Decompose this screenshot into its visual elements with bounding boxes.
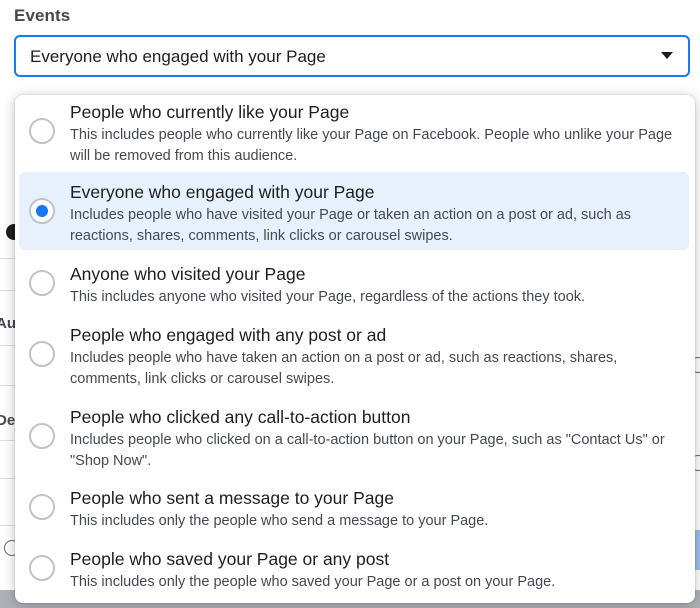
option-description: This includes anyone who visited your Pa… <box>70 289 586 305</box>
option-clicked-cta[interactable]: People who clicked any call-to-action bu… <box>19 398 689 474</box>
option-title: People who sent a message to your Page <box>70 488 394 508</box>
option-description: This includes people who currently like … <box>70 127 673 164</box>
option-title: People who currently like your Page <box>70 102 350 122</box>
caret-down-icon <box>661 52 673 59</box>
option-description: This includes only the people who saved … <box>70 574 556 590</box>
radio-icon[interactable] <box>29 341 55 367</box>
option-description: Includes people who have visited your Pa… <box>70 207 632 244</box>
option-everyone-engaged[interactable]: Everyone who engaged with your Page Incl… <box>19 172 689 250</box>
background-fragment-au: Au <box>0 315 16 332</box>
radio-icon[interactable] <box>29 555 55 581</box>
option-description: This includes only the people who send a… <box>70 513 489 529</box>
option-sent-message[interactable]: People who sent a message to your Page T… <box>19 481 689 537</box>
option-engaged-post-or-ad[interactable]: People who engaged with any post or ad I… <box>19 317 689 393</box>
events-dropdown-menu: People who currently like your Page This… <box>15 95 695 603</box>
option-currently-like[interactable]: People who currently like your Page This… <box>19 97 689 169</box>
background-fragment-de: De <box>0 412 16 429</box>
radio-icon[interactable] <box>29 423 55 449</box>
option-visited-page[interactable]: Anyone who visited your Page This includ… <box>19 255 689 311</box>
option-title: People who saved your Page or any post <box>70 549 390 569</box>
events-select[interactable]: Everyone who engaged with your Page <box>14 35 690 77</box>
radio-icon[interactable] <box>29 270 55 296</box>
events-label: Events <box>14 6 71 25</box>
option-saved-page-or-post[interactable]: People who saved your Page or any post T… <box>19 543 689 599</box>
radio-selected-icon[interactable] <box>29 198 55 224</box>
radio-icon[interactable] <box>29 494 55 520</box>
option-description: Includes people who clicked on a call-to… <box>70 432 665 469</box>
radio-icon[interactable] <box>29 118 55 144</box>
option-title: People who engaged with any post or ad <box>70 325 387 345</box>
option-title: Everyone who engaged with your Page <box>70 182 375 202</box>
option-description: Includes people who have taken an action… <box>70 350 618 387</box>
events-select-value: Everyone who engaged with your Page <box>30 47 326 66</box>
option-title: People who clicked any call-to-action bu… <box>70 407 411 427</box>
option-title: Anyone who visited your Page <box>70 264 306 284</box>
